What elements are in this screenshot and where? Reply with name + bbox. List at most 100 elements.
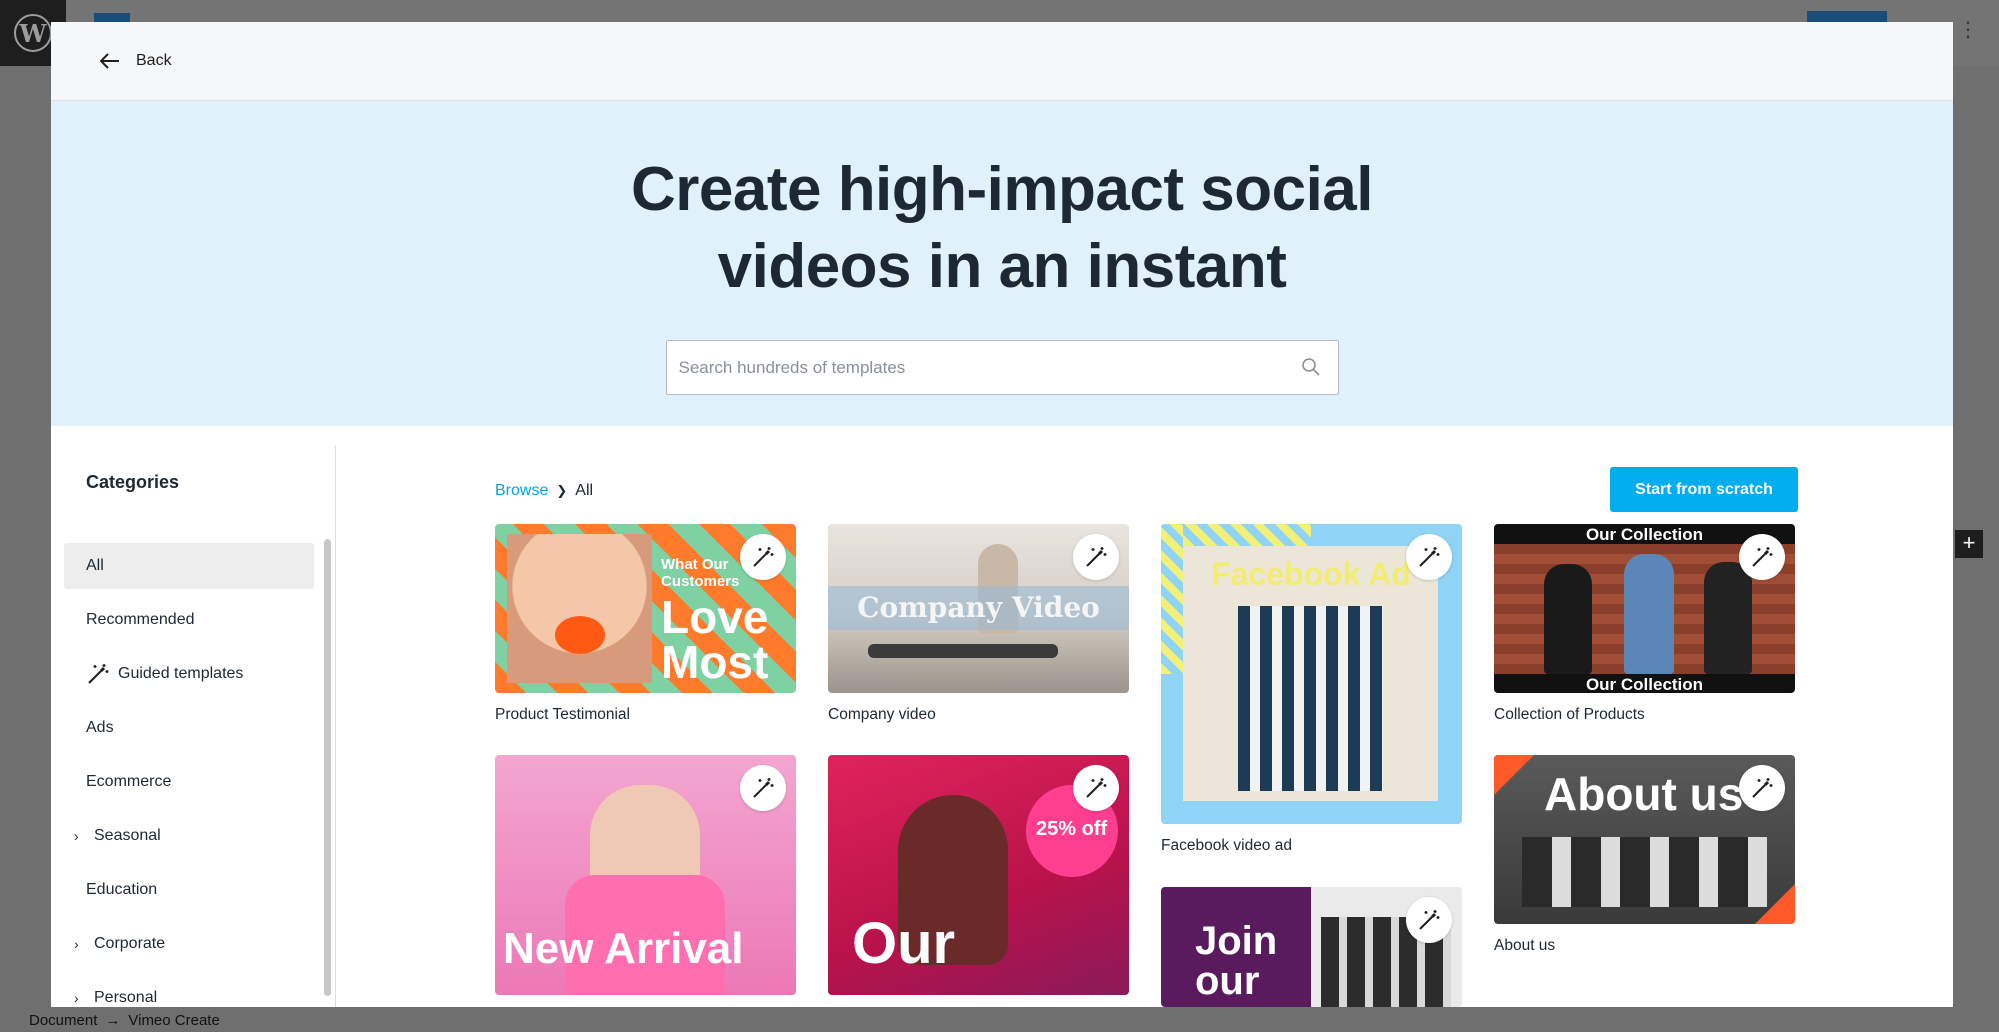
template-card-sale[interactable]: 25% off Our xyxy=(828,755,1129,995)
template-card-product-testimonial[interactable]: What Our Customers Love Most Product Tes… xyxy=(495,524,796,724)
template-browser: Categories All Recommended Guided template… xyxy=(51,426,1953,1007)
thumb-text: Love xyxy=(661,591,769,643)
arrow-left-icon xyxy=(100,53,119,69)
template-card-label: Collection of Products xyxy=(1494,706,1645,723)
template-thumbnail: 25% off Our xyxy=(828,755,1129,995)
back-button[interactable]: Back xyxy=(100,52,172,70)
template-card-label: Company video xyxy=(828,706,936,723)
template-card-label: Facebook video ad xyxy=(1161,837,1292,854)
sidebar-item-personal[interactable]: › Personal xyxy=(64,975,314,1007)
template-thumbnail: Facebook Ad xyxy=(1161,524,1462,824)
sidebar-item-label: Personal xyxy=(94,989,158,1006)
breadcrumb-current: All xyxy=(575,482,594,499)
template-thumbnail: About us xyxy=(1494,755,1795,924)
template-thumbnail: Company Video xyxy=(828,524,1129,693)
face-photo xyxy=(507,534,652,683)
magic-wand-icon[interactable] xyxy=(1406,534,1452,580)
thumb-text: About us xyxy=(1544,768,1744,820)
stripe-decor xyxy=(1161,524,1311,546)
magic-wand-icon[interactable] xyxy=(740,534,786,580)
sidebar-item-label: Corporate xyxy=(94,935,166,952)
thumb-text: Facebook Ad xyxy=(1211,556,1411,592)
sidebar-item-label: Ecommerce xyxy=(86,773,172,790)
template-thumbnail: Our Collection Our Collection xyxy=(1494,524,1795,693)
template-thumbnail: New Arrival xyxy=(495,755,796,995)
thumb-text: Our xyxy=(852,911,956,976)
sidebar-item-recommended[interactable]: Recommended xyxy=(64,597,314,643)
template-search xyxy=(665,340,1339,395)
thumb-text: 25% off xyxy=(1036,818,1108,840)
person-figure xyxy=(868,644,1058,658)
hero-title: Create high-impact social videos in an i… xyxy=(51,151,1953,305)
thumb-text: Our Collection xyxy=(1585,675,1704,693)
thumb-text: Company Video xyxy=(857,591,1100,624)
footer-breadcrumb-block[interactable]: Vimeo Create xyxy=(128,1012,219,1029)
thumb-text: New Arrival xyxy=(503,924,744,973)
chevron-right-icon[interactable]: › xyxy=(74,828,84,844)
categories-title: Categories xyxy=(86,472,180,492)
sidebar-item-corporate[interactable]: › Corporate xyxy=(64,921,314,967)
template-card-about-us[interactable]: About us About us xyxy=(1494,755,1795,955)
magic-wand-icon[interactable] xyxy=(1073,534,1119,580)
sidebar-item-seasonal[interactable]: › Seasonal xyxy=(64,813,314,859)
hero-title-line2: videos in an instant xyxy=(717,232,1287,301)
thumb-text: What Our xyxy=(661,556,729,573)
template-card-label: About us xyxy=(1494,937,1556,954)
breadcrumb: Browse ❯ All xyxy=(495,482,593,500)
thumb-text: Most xyxy=(661,636,769,688)
stripe-decor xyxy=(1161,524,1183,674)
person-figure xyxy=(1624,554,1674,674)
chevron-right-icon[interactable]: › xyxy=(74,936,84,952)
chevron-right-icon[interactable]: › xyxy=(74,990,84,1006)
sidebar-item-ecommerce[interactable]: Ecommerce xyxy=(64,759,314,805)
editor-footer-breadcrumb: Document → Vimeo Create xyxy=(0,1007,1999,1032)
person-figure xyxy=(1544,564,1592,674)
template-card-new-arrival[interactable]: New Arrival xyxy=(495,755,796,995)
breadcrumb-browse-link[interactable]: Browse xyxy=(495,482,548,500)
chevron-right-icon: ❯ xyxy=(556,483,568,498)
template-card-facebook-video-ad[interactable]: Facebook Ad Facebook video ad xyxy=(1161,524,1462,855)
sidebar-item-label: Guided templates xyxy=(118,665,244,682)
magic-wand-icon[interactable] xyxy=(1739,534,1785,580)
template-card-join-our-team[interactable]: Join our xyxy=(1161,887,1462,1007)
lips-shape xyxy=(555,616,605,654)
hero-section: Create high-impact social videos in an i… xyxy=(51,101,1953,426)
back-label: Back xyxy=(136,52,172,69)
search-icon[interactable] xyxy=(1301,357,1321,377)
template-picker-modal: Back Create high-impact social videos in… xyxy=(51,22,1953,1007)
sidebar-item-label: All xyxy=(86,557,104,574)
thumb-text: our xyxy=(1195,959,1260,1003)
template-card-company-video[interactable]: Company Video Company video xyxy=(828,524,1129,724)
sidebar-item-label: Seasonal xyxy=(94,827,161,844)
template-thumbnail: What Our Customers Love Most xyxy=(495,524,796,693)
magic-wand-icon[interactable] xyxy=(740,765,786,811)
more-options-icon[interactable]: ⋮ xyxy=(1958,20,1978,40)
modal-header: Back xyxy=(51,22,1953,101)
category-list: All Recommended Guided templates Ads Ecommer… xyxy=(64,543,314,1007)
wordpress-logo-icon: W xyxy=(14,14,52,52)
thumb-text: Join xyxy=(1195,919,1278,963)
sidebar-item-label: Recommended xyxy=(86,611,195,628)
start-from-scratch-button[interactable]: Start from scratch xyxy=(1610,467,1798,512)
sidebar-item-label: Ads xyxy=(86,719,114,736)
template-card-label: Product Testimonial xyxy=(495,706,630,723)
sidebar-item-ads[interactable]: Ads xyxy=(64,705,314,751)
sidebar-item-education[interactable]: Education xyxy=(64,867,314,913)
magic-wand-icon[interactable] xyxy=(1073,765,1119,811)
sidebar-item-all[interactable]: All xyxy=(64,543,314,589)
template-card-collection-of-products[interactable]: Our Collection Our Collection Collection… xyxy=(1494,524,1795,724)
sidebar-item-label: Education xyxy=(86,881,158,898)
search-input[interactable] xyxy=(666,341,1338,394)
magic-wand-icon xyxy=(86,662,110,686)
group-photo xyxy=(1522,837,1767,907)
arrow-right-icon: → xyxy=(105,1012,121,1029)
magic-wand-icon[interactable] xyxy=(1739,765,1785,811)
magic-wand-icon[interactable] xyxy=(1406,897,1452,943)
footer-breadcrumb-document[interactable]: Document xyxy=(29,1012,97,1029)
sidebar-scrollbar[interactable] xyxy=(324,539,331,996)
thumb-text: Customers xyxy=(661,573,740,590)
towel-shape xyxy=(1238,606,1383,791)
sidebar-item-guided-templates[interactable]: Guided templates xyxy=(64,651,314,697)
corner-decor xyxy=(1494,755,1534,795)
add-block-icon[interactable]: + xyxy=(1955,530,1983,558)
